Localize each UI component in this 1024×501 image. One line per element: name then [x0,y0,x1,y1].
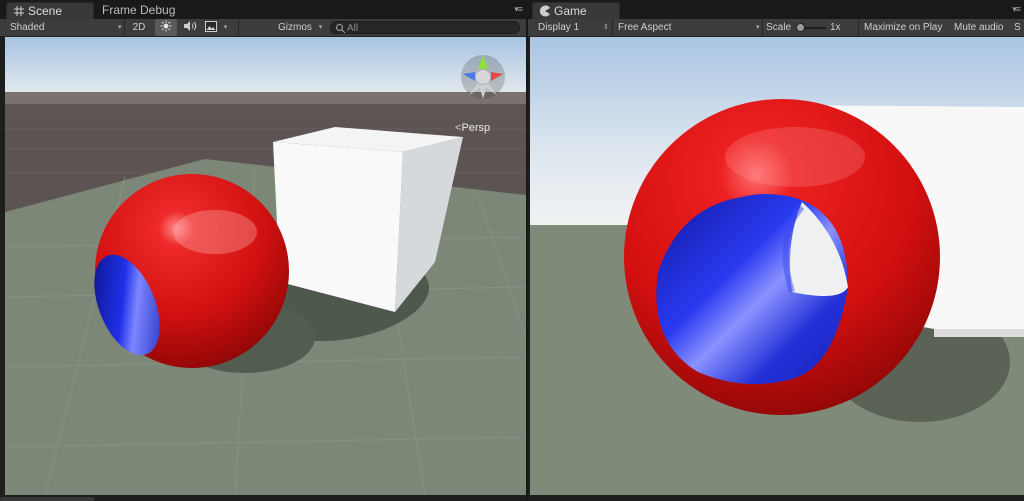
search-placeholder: All [347,23,359,34]
panel-menu-icon[interactable]: ▾≡ [514,4,523,15]
updown-arrow-icon: ⇕ [603,24,609,31]
tab-game-label: Game [554,4,587,18]
maximize-label: Maximize on Play [864,22,943,33]
game-panel: Game ▾≡ Display 1 ⇕ Free Aspect ▾ Scale … [528,0,1024,501]
divider [858,19,859,36]
audio-toggle[interactable] [179,19,201,36]
tab-frame-debug-label: Frame Debug [102,3,176,17]
bottom-tab-stub[interactable] [0,497,94,501]
game-tabbar: Game ▾≡ [528,0,1024,19]
mode-2d-label: 2D [132,22,146,33]
search-input[interactable]: All [330,21,520,34]
scene-toolbar: Shaded ▾ 2D ▾ Gizmos ▾ All [0,19,526,37]
dropdown-arrow-icon: ▾ [318,24,323,31]
tab-scene[interactable]: Scene [6,2,94,19]
divider [612,19,613,36]
scale-value: 1x [830,19,850,36]
scale-label: Scale [766,19,796,36]
scene-panel: Scene Frame Debug ▾≡ Shaded ▾ 2D ▾ Gizmo… [0,0,526,501]
divider [762,19,763,36]
grid-hash-icon [14,6,24,16]
projection-label[interactable]: <Persp [455,122,490,134]
game-viewport[interactable] [530,37,1024,495]
divider [238,19,239,36]
shading-mode-value: Shaded [10,22,45,33]
tab-game[interactable]: Game [532,2,620,19]
display-value: Display 1 [538,22,580,33]
panel-menu-icon[interactable]: ▾≡ [1012,4,1021,15]
aspect-dropdown[interactable]: Free Aspect ▾ [618,19,760,36]
image-icon [205,21,217,32]
sun-icon [160,20,172,32]
tab-scene-label: Scene [28,4,63,18]
orientation-gizmo [461,55,505,99]
mode-2d-toggle[interactable]: 2D [125,19,153,36]
lighting-toggle[interactable] [155,19,177,36]
game-render [530,37,1024,495]
display-dropdown[interactable]: Display 1 ⇕ [538,19,609,36]
gizmos-dropdown[interactable]: Gizmos ▾ [278,19,326,36]
scale-value-text: 1x [830,22,841,33]
tab-frame-debug[interactable]: Frame Debug [96,2,196,19]
mute-audio-toggle[interactable]: Mute audio [954,19,1010,36]
pacman-icon [539,5,550,17]
persp-text: Persp [461,122,491,134]
scene-tabbar: Scene Frame Debug ▾≡ [0,0,526,19]
speaker-icon [184,21,197,31]
dropdown-arrow-icon: ▾ [756,24,760,31]
scene-viewport[interactable]: <Persp [5,37,526,495]
scale-slider-knob[interactable] [796,23,805,32]
scale-label-text: Scale [766,22,792,33]
effects-dropdown[interactable]: ▾ [205,19,235,36]
game-toolbar: Display 1 ⇕ Free Aspect ▾ Scale 1x Maxim… [528,19,1024,37]
mute-label: Mute audio [954,22,1004,33]
dropdown-arrow-icon: ▾ [118,24,122,31]
scene-render [5,37,526,495]
dropdown-arrow-icon: ▾ [223,24,228,31]
stats-label: S [1014,22,1021,33]
aspect-value: Free Aspect [618,22,672,33]
gizmos-label: Gizmos [278,22,312,33]
shading-mode-dropdown[interactable]: Shaded ▾ [10,19,122,36]
stats-toggle[interactable]: S [1014,19,1024,36]
search-icon [335,23,346,34]
maximize-on-play-toggle[interactable]: Maximize on Play [864,19,950,36]
